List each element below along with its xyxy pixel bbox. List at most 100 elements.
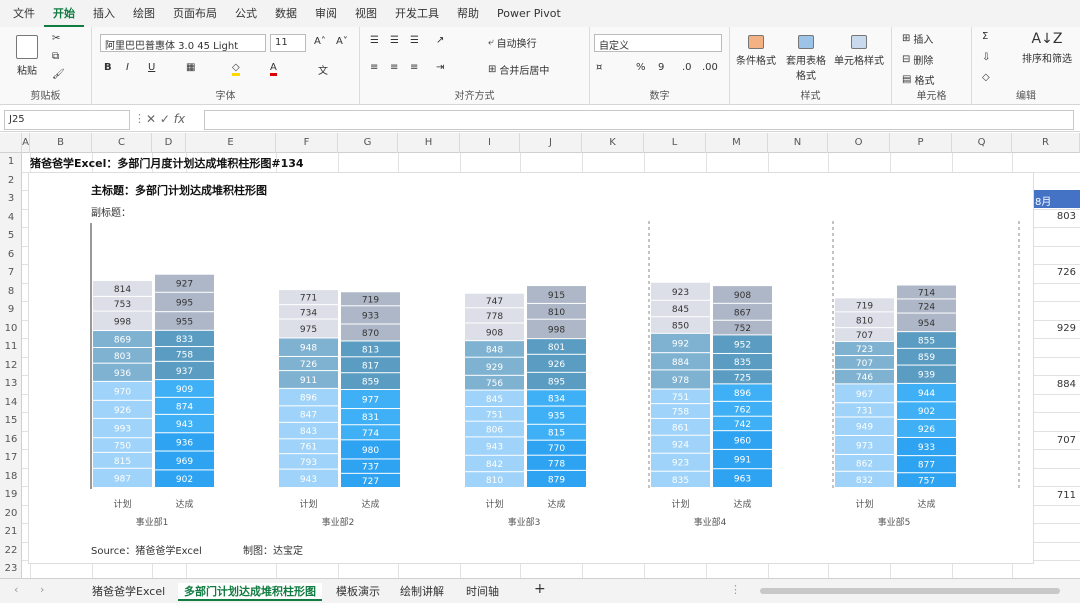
copy-icon[interactable]: ⧉ xyxy=(52,51,59,62)
row-header-8[interactable]: 8 xyxy=(0,286,22,297)
row-header-12[interactable]: 12 xyxy=(0,360,22,371)
column-header-M[interactable]: M xyxy=(706,133,768,153)
align-middle-icon[interactable]: ☰ xyxy=(390,35,399,46)
column-header-G[interactable]: G xyxy=(338,133,398,153)
column-header-I[interactable]: I xyxy=(460,133,520,153)
conditional-format-button[interactable]: 条件格式 xyxy=(736,35,776,67)
right-value-cell[interactable]: 726 xyxy=(1040,267,1076,278)
menu-item-1[interactable]: 开始 xyxy=(44,0,84,27)
sheet-tab-4[interactable]: 时间轴 xyxy=(466,583,499,599)
row-header-19[interactable]: 19 xyxy=(0,489,22,500)
sheet-tab-3[interactable]: 绘制讲解 xyxy=(400,583,444,599)
increase-decimal-icon[interactable]: .0 xyxy=(682,62,692,73)
column-header-L[interactable]: L xyxy=(644,133,706,153)
table-format-button[interactable]: 套用表格格式 xyxy=(784,35,828,82)
stacked-column-chart[interactable]: 987 815 750 993 926 970 936 803 869 998 753 814 计划 90… xyxy=(28,172,1034,564)
menu-item-5[interactable]: 公式 xyxy=(226,0,266,27)
align-left-icon[interactable]: ≡ xyxy=(370,62,378,73)
shrink-font-icon[interactable]: A˅ xyxy=(336,36,348,47)
row-header-4[interactable]: 4 xyxy=(0,212,22,223)
font-color-icon[interactable]: A xyxy=(270,62,277,76)
add-sheet-icon[interactable]: + xyxy=(534,581,546,597)
paste-button[interactable]: 粘贴 xyxy=(16,35,38,77)
phonetic-icon[interactable]: 文 xyxy=(318,62,328,77)
sort-filter-button[interactable]: A↓Z 排序和筛选 xyxy=(1022,31,1072,65)
horizontal-scrollbar[interactable] xyxy=(760,588,1060,594)
column-header-D[interactable]: D xyxy=(152,133,186,153)
column-header-F[interactable]: F xyxy=(276,133,338,153)
row-header-15[interactable]: 15 xyxy=(0,415,22,426)
row-header-22[interactable]: 22 xyxy=(0,545,22,556)
align-top-icon[interactable]: ☰ xyxy=(370,35,379,46)
row-header-2[interactable]: 2 xyxy=(0,175,22,186)
fx-icon[interactable]: ✕ ✓ fx xyxy=(146,112,185,126)
underline-icon[interactable]: U xyxy=(148,62,155,73)
currency-icon[interactable]: ¤ xyxy=(596,62,602,73)
right-value-cell[interactable]: 707 xyxy=(1040,435,1076,446)
orientation-icon[interactable]: ↗ xyxy=(436,35,444,46)
menu-item-3[interactable]: 绘图 xyxy=(124,0,164,27)
grow-font-icon[interactable]: A˄ xyxy=(314,36,326,47)
align-right-icon[interactable]: ≡ xyxy=(410,62,418,73)
column-header-Q[interactable]: Q xyxy=(952,133,1012,153)
menu-item-0[interactable]: 文件 xyxy=(4,0,44,27)
row-header-3[interactable]: 3 xyxy=(0,193,22,204)
row-header-13[interactable]: 13 xyxy=(0,378,22,389)
delete-button[interactable]: ⊟ 删除 xyxy=(902,52,933,67)
column-header-O[interactable]: O xyxy=(828,133,890,153)
percent-icon[interactable]: % xyxy=(636,62,646,73)
format-button[interactable]: ▤ 格式 xyxy=(902,72,934,87)
font-size-select[interactable]: 11 xyxy=(270,34,306,52)
row-header-6[interactable]: 6 xyxy=(0,249,22,260)
sheet-tab-2[interactable]: 模板演示 xyxy=(336,583,380,599)
menu-item-10[interactable]: 帮助 xyxy=(448,0,488,27)
number-format-select[interactable]: 自定义 xyxy=(594,34,722,52)
right-value-cell[interactable]: 803 xyxy=(1040,211,1076,222)
menu-item-2[interactable]: 插入 xyxy=(84,0,124,27)
wrap-text-button[interactable]: ⤶ 自动换行 xyxy=(488,35,537,50)
fill-color-icon[interactable]: ◇ xyxy=(232,62,240,76)
column-header-K[interactable]: K xyxy=(582,133,644,153)
row-header-21[interactable]: 21 xyxy=(0,526,22,537)
column-header-R[interactable]: R xyxy=(1012,133,1080,153)
row-header-18[interactable]: 18 xyxy=(0,471,22,482)
cell-a1-title[interactable]: 猪爸爸学Excel：多部门月度计划达成堆积柱形图#134 xyxy=(30,155,304,171)
decrease-decimal-icon[interactable]: .00 xyxy=(702,62,718,73)
border-icon[interactable]: ▦ xyxy=(186,62,195,73)
sheet-tab-0[interactable]: 猪爸爸学Excel xyxy=(92,583,165,599)
row-header-23[interactable]: 23 xyxy=(0,563,22,574)
prev-sheet-icon[interactable]: ‹ xyxy=(14,583,18,596)
menu-item-6[interactable]: 数据 xyxy=(266,0,306,27)
select-all-corner[interactable] xyxy=(0,133,22,153)
tab-more-icon[interactable]: ⋮ xyxy=(730,583,741,596)
row-header-20[interactable]: 20 xyxy=(0,508,22,519)
row-header-16[interactable]: 16 xyxy=(0,434,22,445)
column-header-E[interactable]: E xyxy=(186,133,276,153)
sheet-tab-1[interactable]: 多部门计划达成堆积柱形图 xyxy=(178,583,322,601)
column-header-B[interactable]: B xyxy=(30,133,92,153)
menu-item-7[interactable]: 审阅 xyxy=(306,0,346,27)
formula-input[interactable] xyxy=(204,110,1074,130)
column-header-J[interactable]: J xyxy=(520,133,582,153)
merge-center-button[interactable]: ⊞ 合并后居中 xyxy=(488,62,549,77)
row-header-9[interactable]: 9 xyxy=(0,304,22,315)
font-name-select[interactable]: 阿里巴巴普惠体 3.0 45 Light xyxy=(100,34,266,52)
fill-icon[interactable]: ⇩ xyxy=(982,52,990,63)
column-header-A[interactable]: A xyxy=(22,133,30,153)
month-header-cell[interactable]: 8月 xyxy=(1032,190,1080,208)
align-center-icon[interactable]: ≡ xyxy=(390,62,398,73)
insert-button[interactable]: ⊞ 插入 xyxy=(902,31,933,46)
column-header-H[interactable]: H xyxy=(398,133,460,153)
cell-style-button[interactable]: 单元格样式 xyxy=(834,35,884,67)
name-box[interactable]: J25 xyxy=(4,110,130,130)
menu-item-4[interactable]: 页面布局 xyxy=(164,0,226,27)
comma-icon[interactable]: 9 xyxy=(658,62,664,73)
row-header-17[interactable]: 17 xyxy=(0,452,22,463)
bold-icon[interactable]: B xyxy=(104,62,112,73)
row-header-14[interactable]: 14 xyxy=(0,397,22,408)
row-header-11[interactable]: 11 xyxy=(0,341,22,352)
menu-item-8[interactable]: 视图 xyxy=(346,0,386,27)
column-header-P[interactable]: P xyxy=(890,133,952,153)
right-value-cell[interactable]: 929 xyxy=(1040,323,1076,334)
right-value-cell[interactable]: 884 xyxy=(1040,379,1076,390)
